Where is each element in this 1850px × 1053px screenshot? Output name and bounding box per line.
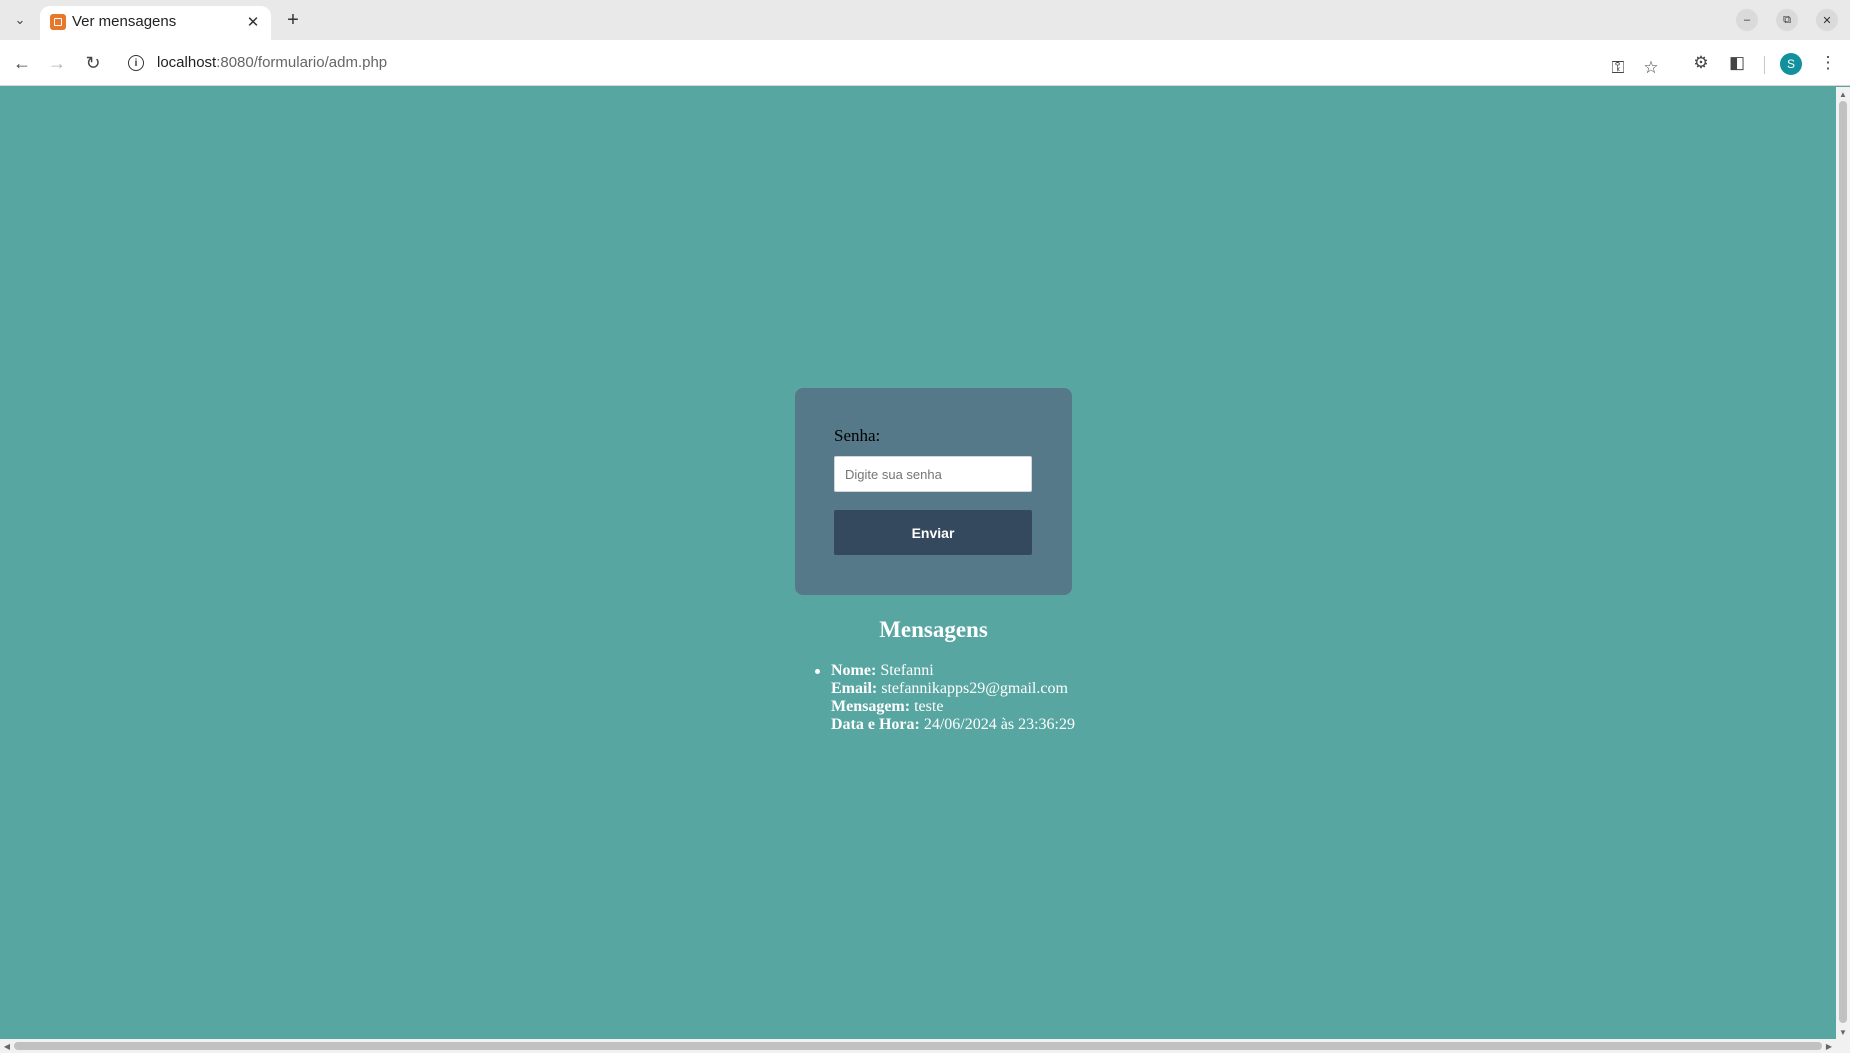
plus-icon[interactable]: + (281, 8, 305, 32)
tab-strip: ⌄ Ver mensagens ✕ + – ⧉ ✕ (0, 0, 1850, 40)
close-icon[interactable]: ✕ (243, 12, 263, 32)
address-bar[interactable]: i localhost:8080/formulario/adm.php ⚿ ☆ (120, 45, 1680, 81)
restore-icon[interactable]: ⧉ (1776, 9, 1798, 31)
login-card: Senha: Enviar (795, 388, 1072, 595)
horizontal-scroll-thumb[interactable] (14, 1042, 1822, 1050)
message-email: Email: stefannikapps29@gmail.com (831, 680, 1068, 697)
kebab-menu-icon[interactable]: ⋮ (1815, 50, 1841, 76)
senha-label: Senha: (834, 426, 881, 445)
puzzle-icon[interactable]: ◧ (1724, 50, 1750, 76)
forward-arrow-icon[interactable]: → (44, 50, 70, 76)
vertical-scrollbar[interactable]: ▲ ▼ (1836, 87, 1850, 1039)
key-icon[interactable]: ⚿ (1605, 55, 1631, 81)
window-close-icon[interactable]: ✕ (1816, 9, 1838, 31)
scroll-up-icon[interactable]: ▲ (1836, 87, 1850, 101)
scroll-down-icon[interactable]: ▼ (1836, 1025, 1850, 1039)
url-text[interactable]: localhost:8080/formulario/adm.php (157, 54, 387, 71)
senha-input[interactable] (834, 456, 1032, 492)
messages-list: Nome: Stefanni Email: stefannikapps29@gm… (815, 662, 1075, 734)
tab-ver-mensagens[interactable]: Ver mensagens ✕ (40, 6, 271, 40)
profile-avatar[interactable]: S (1780, 53, 1802, 75)
scroll-left-icon[interactable]: ◀ (0, 1039, 14, 1053)
enviar-button[interactable]: Enviar (834, 510, 1032, 555)
site-info-icon[interactable]: i (128, 55, 144, 71)
messages-heading: Mensagens (879, 617, 988, 642)
favicon-icon (50, 14, 66, 30)
browser-toolbar: ← → ↻ i localhost:8080/formulario/adm.ph… (0, 40, 1850, 86)
bullet (815, 669, 820, 674)
tab-title: Ver mensagens (72, 13, 177, 30)
message-nome: Nome: Stefanni (831, 662, 934, 679)
star-icon[interactable]: ☆ (1638, 55, 1664, 81)
scroll-right-icon[interactable]: ▶ (1822, 1039, 1836, 1053)
minimize-icon[interactable]: – (1736, 9, 1758, 31)
reload-icon[interactable]: ↻ (80, 50, 106, 76)
tab-list-icon[interactable]: ⌄ (8, 8, 32, 32)
message-data-hora: Data e Hora: 24/06/2024 às 23:36:29 (831, 716, 1075, 733)
vertical-scroll-thumb[interactable] (1839, 101, 1847, 1023)
list-item: Nome: Stefanni Email: stefannikapps29@gm… (815, 662, 1075, 734)
horizontal-scrollbar[interactable]: ◀ ▶ (0, 1039, 1850, 1053)
bug-icon[interactable]: ⚙ (1688, 50, 1714, 76)
toolbar-separator (1764, 56, 1765, 74)
message-mensagem: Mensagem: teste (831, 698, 944, 715)
back-arrow-icon[interactable]: ← (9, 50, 35, 76)
